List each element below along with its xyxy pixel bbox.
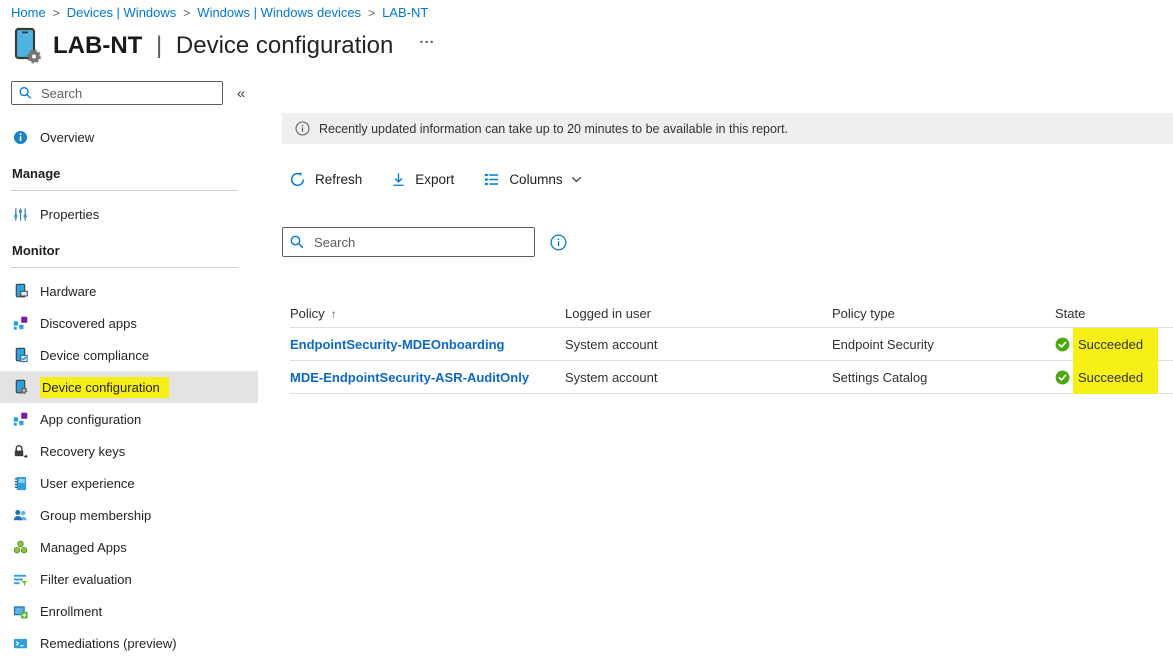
state-cell: Succeeded (1055, 361, 1173, 393)
notebook-icon (12, 475, 28, 491)
sidebar-search-input[interactable] (11, 81, 223, 105)
apps-grid-icon (12, 411, 28, 427)
info-tooltip-icon[interactable] (550, 234, 567, 251)
column-header-state[interactable]: State (1055, 306, 1173, 321)
chevron-down-icon (570, 173, 583, 186)
column-header-logged-in-user[interactable]: Logged in user (565, 306, 832, 321)
device-check-icon (12, 347, 28, 363)
refresh-button[interactable]: Refresh (289, 171, 362, 188)
columns-button[interactable]: Columns (483, 172, 582, 187)
success-check-icon (1055, 370, 1070, 385)
apps-grid-icon (12, 315, 28, 331)
columns-list-icon (483, 172, 500, 187)
collapse-sidebar-button[interactable]: « (237, 85, 245, 102)
page-header: LAB-NT | Device configuration ... (8, 26, 1173, 66)
green-cluster-icon (12, 539, 28, 555)
filter-lines-icon (12, 571, 28, 587)
table-row: EndpointSecurity-MDEOnboarding System ac… (290, 328, 1173, 361)
device-monitor-icon (12, 283, 28, 299)
policy-type-cell: Endpoint Security (832, 328, 1055, 360)
search-icon (289, 234, 305, 250)
page-title-divider: | (156, 32, 162, 59)
table-header-row: Policy ↑ Logged in user Policy type Stat… (290, 300, 1173, 328)
column-header-policy-type[interactable]: Policy type (832, 306, 1055, 321)
refresh-icon (289, 171, 306, 188)
sidebar-item-device-compliance[interactable]: Device compliance (0, 339, 258, 371)
breadcrumb-separator: > (53, 6, 60, 20)
success-check-icon (1055, 337, 1070, 352)
sidebar-item-group-membership[interactable]: Group membership (0, 499, 258, 531)
sidebar-section-manage: Manage (0, 153, 258, 181)
info-filled-icon (12, 129, 28, 145)
breadcrumb: Home > Devices | Windows > Windows | Windows… (0, 0, 1173, 20)
mobile-device-gear-icon (8, 26, 44, 66)
state-cell: Succeeded (1055, 328, 1173, 360)
logged-in-user-cell: System account (565, 328, 832, 360)
sidebar-item-user-experience[interactable]: User experience (0, 467, 258, 499)
more-options-button[interactable]: ... (419, 30, 435, 47)
sidebar-item-remediations[interactable]: Remediations (preview) (0, 627, 258, 659)
logged-in-user-cell: System account (565, 361, 832, 393)
sidebar-section-monitor: Monitor (0, 230, 258, 258)
sort-ascending-icon: ↑ (331, 307, 337, 321)
column-header-policy[interactable]: Policy ↑ (290, 306, 565, 321)
sidebar: « Overview Manage Properties Monitor (0, 81, 258, 659)
sidebar-item-managed-apps[interactable]: Managed Apps (0, 531, 258, 563)
sidebar-item-discovered-apps[interactable]: Discovered apps (0, 307, 258, 339)
table-row: MDE-EndpointSecurity-ASR-AuditOnly Syste… (290, 361, 1173, 394)
divider (11, 190, 238, 191)
state-label-highlighted: Succeeded (1073, 361, 1158, 394)
search-icon (18, 86, 33, 101)
breadcrumb-link-home[interactable]: Home (11, 5, 46, 20)
page-title-device-name: LAB-NT (53, 32, 142, 59)
toolbar: Refresh Export Columns (282, 171, 1173, 188)
download-icon (391, 172, 406, 188)
lock-arrow-icon (12, 443, 28, 459)
policy-link[interactable]: MDE-EndpointSecurity-ASR-AuditOnly (290, 370, 529, 385)
breadcrumb-link-devices-windows[interactable]: Devices | Windows (67, 5, 177, 20)
sidebar-item-hardware[interactable]: Hardware (0, 275, 258, 307)
page-title-section: Device configuration (176, 32, 393, 59)
sidebar-item-filter-evaluation[interactable]: Filter evaluation (0, 563, 258, 595)
page-title: LAB-NT | Device configuration (53, 32, 393, 60)
table-search-row (282, 227, 1173, 257)
breadcrumb-link-lab-nt[interactable]: LAB-NT (382, 5, 428, 20)
sliders-icon (12, 206, 28, 222)
terminal-icon (12, 635, 28, 651)
breadcrumb-separator: > (368, 6, 375, 20)
policy-link[interactable]: EndpointSecurity-MDEOnboarding (290, 337, 505, 352)
sidebar-item-properties[interactable]: Properties (0, 198, 258, 230)
people-icon (12, 507, 28, 523)
export-button[interactable]: Export (391, 172, 454, 188)
table-search-input[interactable] (282, 227, 535, 257)
breadcrumb-separator: > (183, 6, 190, 20)
sidebar-item-enrollment[interactable]: Enrollment (0, 595, 258, 627)
state-label-highlighted: Succeeded (1073, 328, 1158, 361)
device-gear-icon (12, 379, 28, 395)
divider (11, 267, 238, 268)
sidebar-item-recovery-keys[interactable]: Recovery keys (0, 435, 258, 467)
enrollment-icon (12, 603, 28, 619)
policy-type-cell: Settings Catalog (832, 361, 1055, 393)
sidebar-item-overview[interactable]: Overview (0, 121, 258, 153)
content-layout: « Overview Manage Properties Monitor (0, 81, 1173, 659)
sidebar-item-device-configuration[interactable]: Device configuration (0, 371, 258, 403)
info-banner: Recently updated information can take up… (282, 113, 1173, 144)
sidebar-item-app-configuration[interactable]: App configuration (0, 403, 258, 435)
policies-table: Policy ↑ Logged in user Policy type Stat… (282, 300, 1173, 394)
info-banner-text: Recently updated information can take up… (319, 122, 788, 136)
main-content: Recently updated information can take up… (258, 81, 1173, 394)
info-icon (295, 121, 310, 136)
breadcrumb-link-windows-devices[interactable]: Windows | Windows devices (197, 5, 361, 20)
